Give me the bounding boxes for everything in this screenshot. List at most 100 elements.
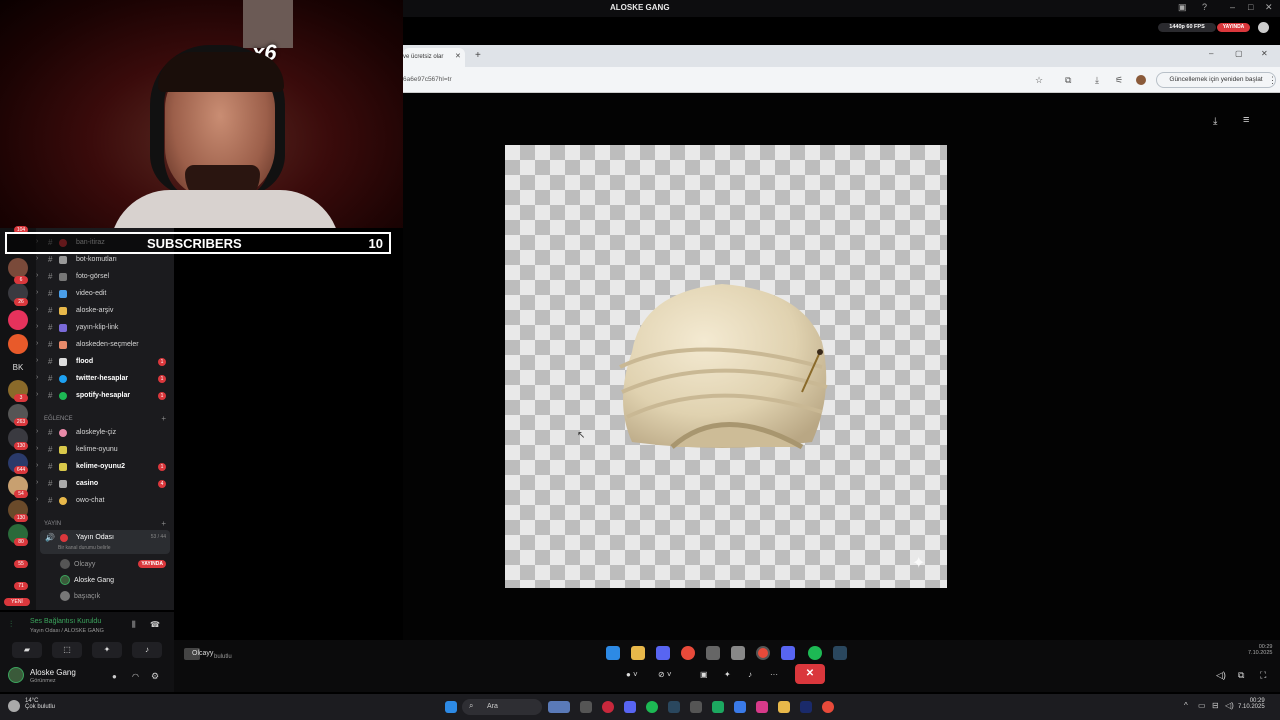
chrome-icon[interactable] bbox=[756, 646, 770, 660]
chrome-icon[interactable] bbox=[822, 701, 834, 713]
end-call-button[interactable]: ✕ bbox=[795, 664, 825, 684]
channel-item[interactable]: › # casino 4 bbox=[36, 476, 174, 492]
download-icon[interactable]: ⤓ bbox=[1213, 116, 1217, 127]
soundboard-button[interactable]: ♪ bbox=[132, 642, 162, 658]
fullscreen-icon[interactable]: ⛶ bbox=[1260, 670, 1266, 681]
settings-icon[interactable]: ⚙ bbox=[151, 671, 159, 682]
update-button[interactable]: Güncellemek için yeniden başlat bbox=[1156, 72, 1276, 88]
steam-icon[interactable] bbox=[833, 646, 847, 660]
channel-item[interactable]: › # aloskeyle-çiz bbox=[36, 425, 174, 441]
app-icon[interactable] bbox=[734, 701, 746, 713]
customize-icon[interactable]: ⚟ bbox=[1115, 75, 1123, 86]
server-icon[interactable] bbox=[8, 334, 28, 354]
maximize-icon[interactable]: □ bbox=[1248, 2, 1253, 12]
discord-icon[interactable] bbox=[624, 701, 636, 713]
discord-icon[interactable] bbox=[781, 646, 795, 660]
folder-icon[interactable] bbox=[631, 646, 645, 660]
noise-icon[interactable]: ⫼ bbox=[132, 620, 136, 630]
add-channel-icon[interactable]: + bbox=[161, 519, 166, 528]
tray-chevron-icon[interactable]: ^ bbox=[1184, 701, 1188, 710]
server-icon[interactable] bbox=[8, 310, 28, 330]
mic-icon[interactable]: ● bbox=[112, 672, 117, 681]
channel-item[interactable]: › # flood 1 bbox=[36, 354, 174, 370]
extensions-icon[interactable]: ⧉ bbox=[1065, 75, 1071, 86]
activity-button[interactable]: ✦ bbox=[92, 642, 122, 658]
volume-icon[interactable]: ◁) bbox=[1225, 701, 1234, 710]
channel-item[interactable]: › # kelime-oyunu bbox=[36, 442, 174, 458]
download-icon[interactable]: ⤓ bbox=[1095, 75, 1099, 86]
xbox-icon[interactable] bbox=[712, 701, 724, 713]
channel-item[interactable]: › # video-edit bbox=[36, 286, 174, 302]
minimize-icon[interactable]: – bbox=[1230, 2, 1235, 12]
taskbar-search[interactable]: Ara bbox=[462, 699, 542, 715]
network-icon[interactable]: ⊟ bbox=[1212, 701, 1219, 710]
screen-share-icon[interactable]: ▣ bbox=[700, 670, 708, 679]
add-channel-icon[interactable]: + bbox=[161, 414, 166, 423]
taskbar-clock[interactable]: 00:29 7.10.2025 bbox=[1238, 698, 1265, 710]
spotify-icon[interactable] bbox=[808, 646, 822, 660]
minimize-icon[interactable]: – bbox=[1209, 49, 1213, 58]
instagram-icon[interactable] bbox=[756, 701, 768, 713]
server-icon[interactable] bbox=[8, 258, 28, 278]
camera-button[interactable]: ▰ bbox=[12, 642, 42, 658]
task-view-icon[interactable] bbox=[580, 701, 592, 713]
channel-item[interactable]: › # bot-komutları bbox=[36, 252, 174, 268]
url-text[interactable]: 6a6e97c567hl=tr bbox=[403, 76, 452, 83]
channel-item[interactable]: › # yayın-klip-link bbox=[36, 320, 174, 336]
channel-item[interactable]: › # kelime-oyunu2 1 bbox=[36, 459, 174, 475]
tab-close-icon[interactable]: ✕ bbox=[455, 52, 461, 60]
category-yayin[interactable]: YAYIN bbox=[44, 521, 61, 527]
widget-icon[interactable] bbox=[548, 701, 570, 713]
channel-item[interactable]: › # aloskeden-seçmeler bbox=[36, 337, 174, 353]
menu-icon[interactable]: ⋮ bbox=[1268, 75, 1277, 86]
opera-icon[interactable] bbox=[602, 701, 614, 713]
voice-user[interactable]: Olcayy YAYINDA bbox=[36, 557, 174, 573]
spotify-icon[interactable] bbox=[646, 701, 658, 713]
bookmark-star-icon[interactable]: ☆ bbox=[1035, 75, 1043, 86]
help-icon[interactable]: ? bbox=[1202, 2, 1207, 12]
avatar bbox=[60, 591, 70, 601]
soundboard-icon[interactable]: ♪ bbox=[748, 670, 752, 679]
folder-icon[interactable] bbox=[778, 701, 790, 713]
close-icon[interactable]: ✕ bbox=[1265, 2, 1273, 13]
app-icon[interactable] bbox=[731, 646, 745, 660]
disconnect-icon[interactable]: ☎ bbox=[150, 620, 160, 629]
voice-user[interactable]: Aloske Gang bbox=[36, 573, 174, 589]
weather-icon[interactable] bbox=[8, 700, 20, 712]
profile-avatar[interactable] bbox=[1136, 75, 1146, 85]
avatar[interactable] bbox=[8, 667, 24, 683]
weather-widget[interactable]: 14°C Çok bulutlu bbox=[25, 698, 55, 710]
app-icon[interactable] bbox=[690, 701, 702, 713]
camera-off-icon[interactable]: ⊘ ˅ bbox=[658, 670, 672, 679]
chat-icon[interactable] bbox=[1258, 22, 1269, 33]
channel-item[interactable]: › # spotify-hesaplar 1 bbox=[36, 388, 174, 404]
app-icon[interactable] bbox=[706, 646, 720, 660]
channel-item[interactable]: › # foto-görsel bbox=[36, 269, 174, 285]
maximize-icon[interactable]: ▢ bbox=[1235, 49, 1243, 58]
volume-icon[interactable]: ◁) bbox=[1216, 670, 1226, 681]
channel-item[interactable]: › # twitter-hesaplar 1 bbox=[36, 371, 174, 387]
mic-icon[interactable]: ● ˅ bbox=[626, 670, 638, 679]
start-icon[interactable] bbox=[445, 701, 457, 713]
server-icon-bk[interactable]: BK bbox=[8, 358, 28, 378]
menu-icon[interactable]: ≡ bbox=[1243, 114, 1249, 126]
screen-icon[interactable]: ▣ bbox=[1178, 2, 1187, 13]
tray-app-icon[interactable]: ▭ bbox=[1198, 701, 1206, 710]
headphones-icon[interactable]: ◠ bbox=[132, 672, 139, 681]
new-tab-icon[interactable]: + bbox=[475, 50, 481, 61]
channel-item[interactable]: › # owo-chat bbox=[36, 493, 174, 509]
steam-icon[interactable] bbox=[668, 701, 680, 713]
activity-icon[interactable]: ✦ bbox=[724, 670, 731, 679]
windows-icon[interactable] bbox=[606, 646, 620, 660]
category-eglence[interactable]: EĞLENCE bbox=[44, 416, 73, 422]
voice-user[interactable]: başıaçık bbox=[36, 589, 174, 605]
more-icon[interactable]: ··· bbox=[770, 670, 778, 679]
close-icon[interactable]: ✕ bbox=[1261, 49, 1268, 58]
photoshop-icon[interactable] bbox=[800, 701, 812, 713]
screen-share-button[interactable]: ⬚ bbox=[52, 642, 82, 658]
discord-icon[interactable] bbox=[656, 646, 670, 660]
voice-channel-active[interactable]: 🔊 Yayın Odası 53 / 44 Bir kanal durumu b… bbox=[40, 530, 170, 554]
channel-item[interactable]: › # aloske-arşiv bbox=[36, 303, 174, 319]
chrome-icon[interactable] bbox=[681, 646, 695, 660]
popout-icon[interactable]: ⧉ bbox=[1238, 670, 1244, 681]
